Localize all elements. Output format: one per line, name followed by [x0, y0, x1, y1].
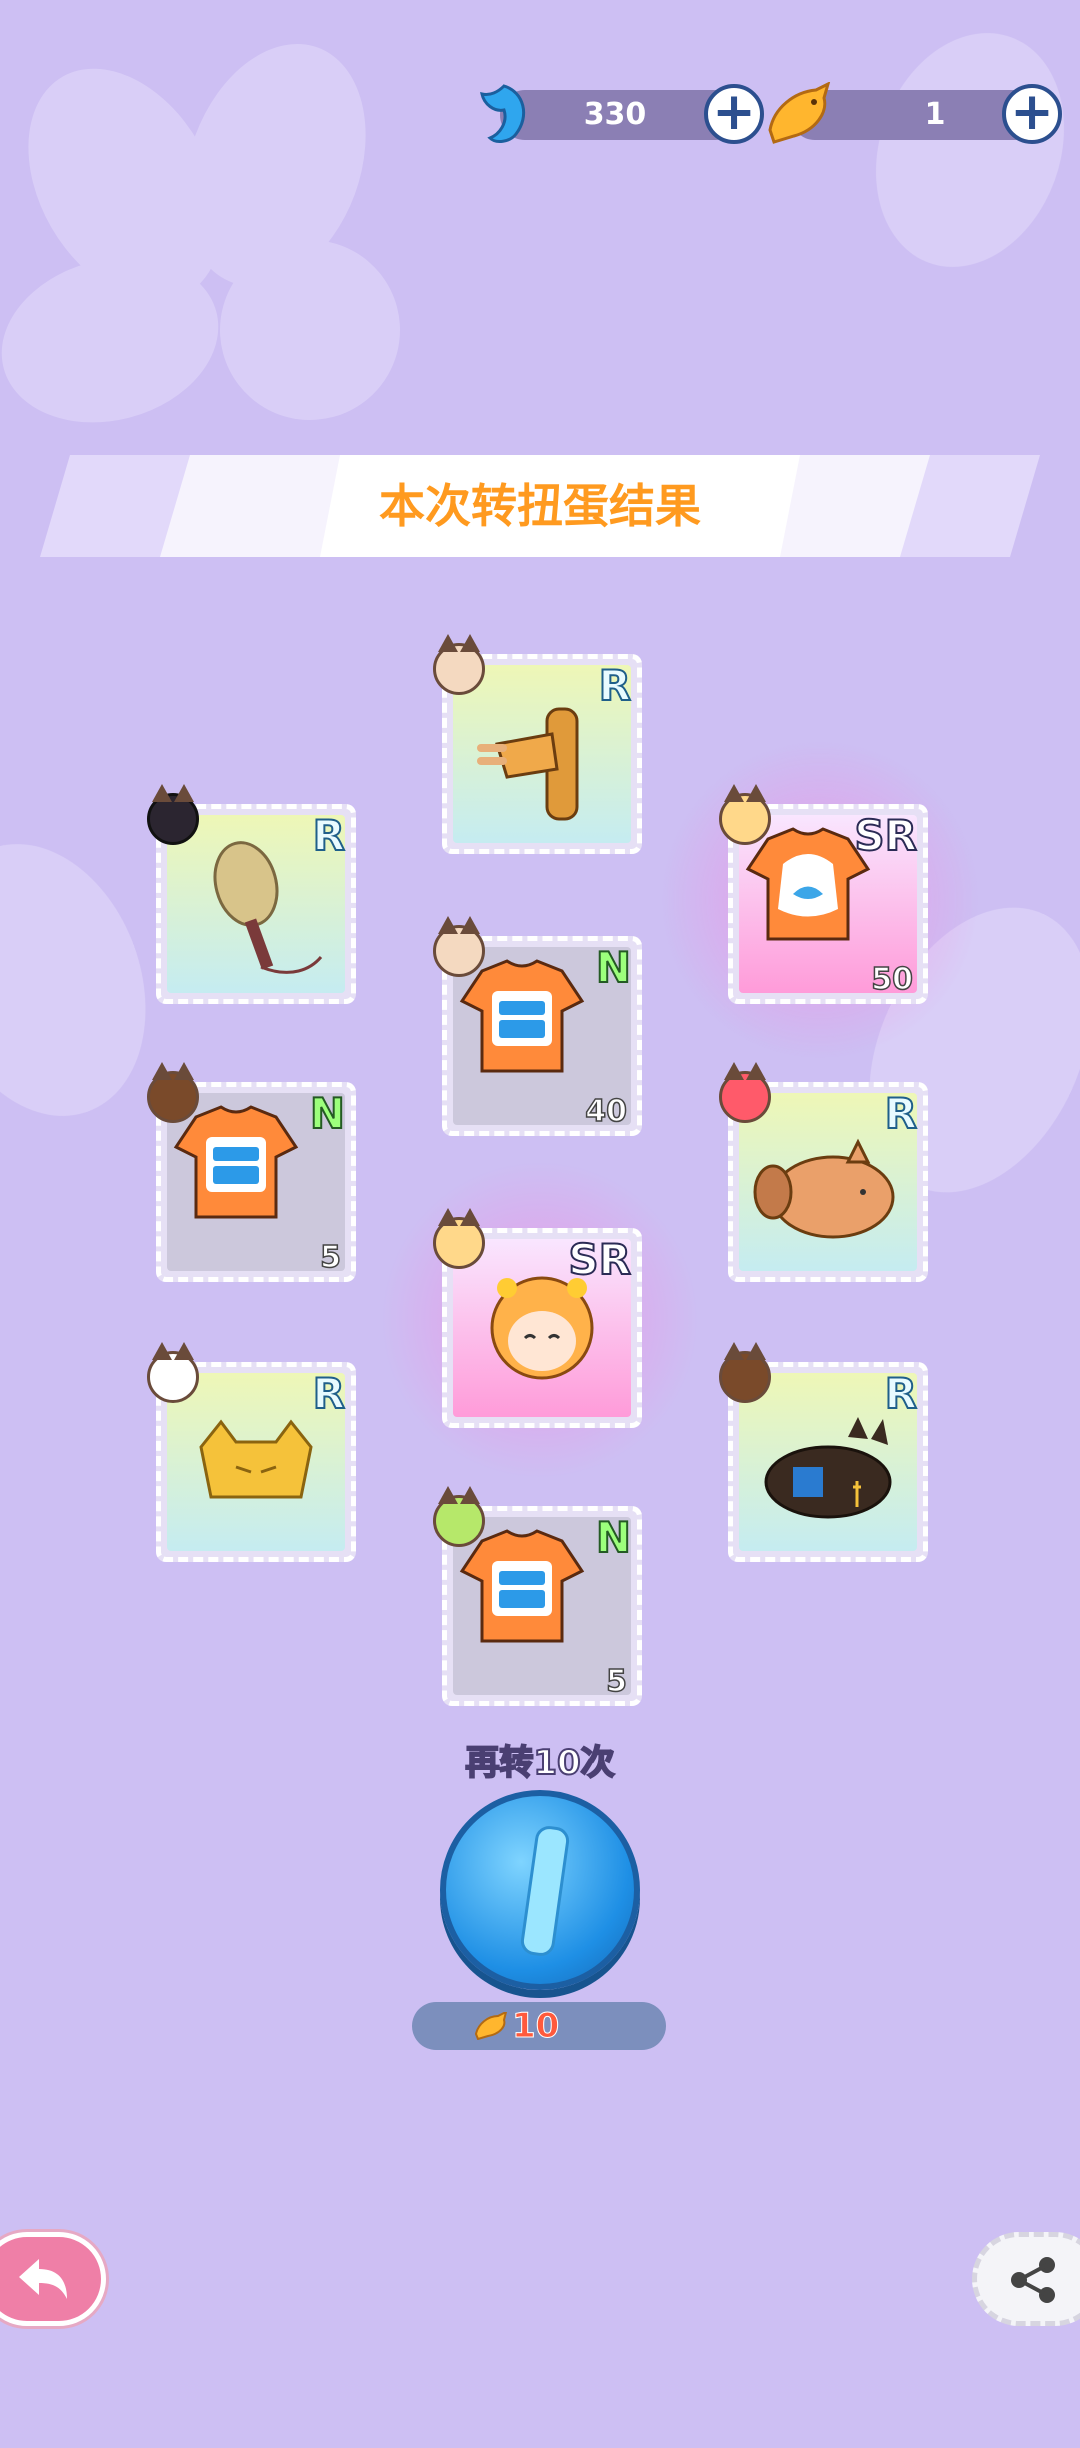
character-avatar: [719, 1342, 771, 1403]
item-count: 5: [319, 1239, 341, 1276]
golden-fish-icon: [474, 2012, 508, 2040]
item-count: 50: [871, 961, 914, 998]
character-avatar: [147, 1342, 199, 1403]
item-count: 40: [585, 1093, 628, 1130]
shirt-icon: [459, 1529, 585, 1643]
character-avatar: [719, 1062, 771, 1123]
cheese-cat-icon: [199, 1419, 313, 1499]
character-avatar: [433, 634, 485, 695]
result-title: 本次转扭蛋结果: [379, 479, 701, 533]
share-button[interactable]: [972, 2232, 1080, 2326]
spin-again-label: 再转10次: [464, 1742, 615, 1784]
result-card[interactable]: R: [147, 784, 356, 1004]
character-avatar: [433, 1486, 485, 1547]
rarity-label: SR: [567, 1234, 632, 1285]
result-card[interactable]: SR 50: [719, 784, 928, 1004]
character-avatar: [147, 784, 199, 845]
add-fish-button[interactable]: +: [1002, 84, 1062, 144]
rarity-label: R: [312, 810, 346, 861]
result-card[interactable]: R: [147, 1342, 356, 1562]
rarity-label: N: [595, 942, 632, 993]
result-card[interactable]: N 5: [147, 1062, 356, 1282]
back-arrow-icon: [19, 2259, 67, 2299]
fish-value: 1: [924, 97, 946, 132]
rarity-label: N: [309, 1088, 346, 1139]
result-card[interactable]: N 40: [433, 916, 642, 1136]
result-card[interactable]: R: [719, 1062, 928, 1282]
spin-cost-value: 10: [511, 2006, 560, 2047]
rarity-label: SR: [853, 810, 918, 861]
character-avatar: [719, 784, 771, 845]
result-card[interactable]: R: [433, 634, 642, 854]
character-avatar: [147, 1062, 199, 1123]
rarity-label: N: [595, 1512, 632, 1563]
raccoon-cat-icon: [753, 1138, 895, 1239]
result-card[interactable]: R: [719, 1342, 928, 1562]
shirt-icon: [173, 1105, 299, 1219]
black-cat-icon: [764, 1417, 892, 1519]
rarity-label: R: [884, 1088, 918, 1139]
add-gems-button[interactable]: +: [704, 84, 764, 144]
result-card[interactable]: SR: [433, 1208, 642, 1428]
result-card[interactable]: N 5: [433, 1486, 642, 1706]
gem-fish-icon: [480, 84, 526, 143]
back-button[interactable]: [0, 2232, 106, 2326]
golden-fish-icon: [768, 82, 831, 144]
spin-again-button[interactable]: [440, 1790, 640, 1990]
rarity-label: R: [598, 660, 632, 711]
character-icon: [490, 1276, 594, 1380]
item-count: 5: [605, 1663, 627, 1700]
gems-value: 330: [583, 97, 647, 132]
corn-stick-icon: [213, 841, 323, 974]
rarity-label: R: [312, 1368, 346, 1419]
glove-icon: [477, 707, 579, 821]
shirt-icon: [459, 959, 585, 1073]
rarity-label: R: [884, 1368, 918, 1419]
spin-handle-icon: [519, 1824, 571, 1958]
spin-cost: 10: [412, 2002, 666, 2050]
character-avatar: [433, 916, 485, 977]
character-avatar: [433, 1208, 485, 1269]
share-icon: [1011, 2257, 1055, 2303]
